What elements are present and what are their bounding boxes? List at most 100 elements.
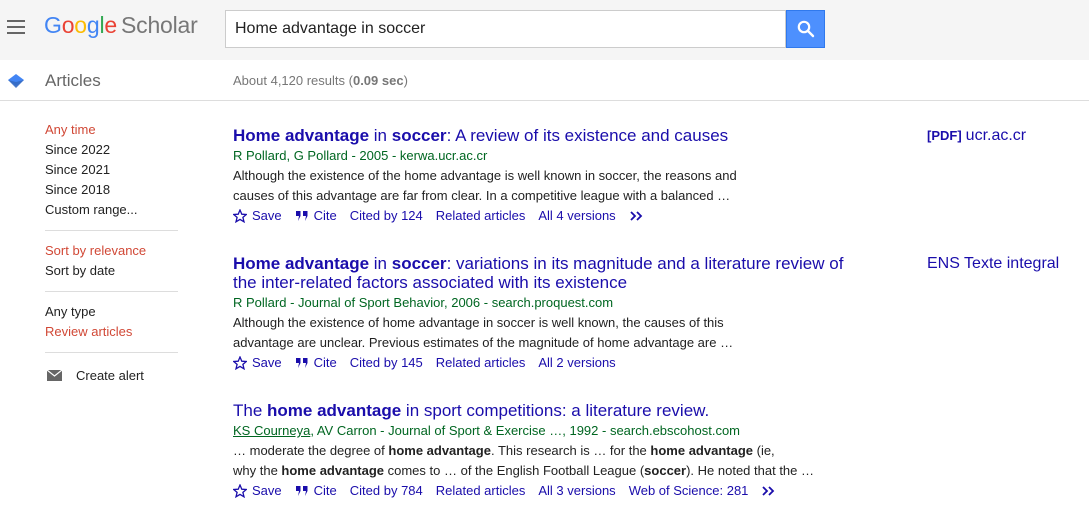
logo-letter: e bbox=[104, 12, 117, 38]
pdf-link[interactable]: [PDF] ucr.ac.cr bbox=[927, 127, 1026, 145]
filter-since-2022[interactable]: Since 2022 bbox=[45, 142, 178, 162]
related-articles-link[interactable]: Related articles bbox=[436, 353, 526, 373]
result-title-link[interactable]: Home advantage in soccer: A review of it… bbox=[233, 126, 873, 145]
search-input[interactable] bbox=[226, 11, 785, 47]
logo-letter: G bbox=[44, 12, 62, 38]
cite-label: Cite bbox=[313, 208, 337, 223]
logo-letter: o bbox=[74, 12, 87, 38]
title-segment: : variations in its magnitude and a lite… bbox=[446, 254, 844, 273]
result-snippet: Although the existence of the home advan… bbox=[233, 166, 823, 206]
create-alert-button[interactable]: Create alert bbox=[47, 365, 178, 385]
filter-any-time[interactable]: Any time bbox=[45, 122, 178, 142]
subheader-bar: Articles About 4,120 results (0.09 sec) bbox=[0, 60, 1089, 101]
stats-prefix: About 4,120 results ( bbox=[233, 73, 353, 88]
result-meta: KS Courneya, AV Carron - Journal of Spor… bbox=[233, 421, 873, 441]
more-chevron-icon[interactable] bbox=[761, 485, 777, 497]
search-result: Home advantage in soccer: variations in … bbox=[233, 254, 873, 373]
title-segment: in bbox=[369, 254, 392, 273]
snippet-segment: home advantage bbox=[281, 463, 385, 478]
title-segment: home advantage bbox=[267, 401, 402, 420]
menu-icon[interactable] bbox=[7, 20, 25, 34]
title-segment: : A review of its existence and causes bbox=[446, 126, 729, 145]
save-button[interactable]: Save bbox=[233, 353, 282, 373]
cite-button[interactable]: Cite bbox=[295, 481, 337, 501]
cited-by-link[interactable]: Cited by 145 bbox=[350, 353, 423, 373]
more-chevron-icon[interactable] bbox=[629, 210, 645, 222]
google-scholar-logo[interactable]: Google Scholar bbox=[44, 12, 198, 39]
cite-label: Cite bbox=[313, 483, 337, 498]
snippet-segment: . This research is … for the bbox=[490, 443, 651, 458]
author-link[interactable]: KS Courneya bbox=[233, 423, 310, 438]
cited-by-link[interactable]: Cited by 124 bbox=[350, 206, 423, 226]
logo-letter: g bbox=[86, 12, 100, 38]
cite-button[interactable]: Cite bbox=[295, 206, 337, 226]
all-versions-link[interactable]: All 3 versions bbox=[538, 481, 615, 501]
title-segment: the inter-related factors associated wit… bbox=[233, 273, 628, 292]
logo-letter: o bbox=[61, 12, 75, 38]
filter-since-2018[interactable]: Since 2018 bbox=[45, 182, 178, 202]
snippet-segment: … moderate the degree of bbox=[233, 443, 389, 458]
snippet-segment: comes to … of the English Football Leagu… bbox=[384, 463, 645, 478]
sort-by-relevance[interactable]: Sort by relevance bbox=[45, 243, 178, 263]
filter-review-articles[interactable]: Review articles bbox=[45, 324, 178, 344]
snippet-segment: why the bbox=[233, 463, 282, 478]
quote-icon bbox=[295, 358, 308, 368]
cite-button[interactable]: Cite bbox=[295, 353, 337, 373]
result-title-link[interactable]: The home advantage in sport competitions… bbox=[233, 401, 873, 420]
filter-since-2021[interactable]: Since 2021 bbox=[45, 162, 178, 182]
stats-suffix: ) bbox=[403, 73, 408, 88]
quote-icon bbox=[295, 486, 308, 496]
filter-any-type[interactable]: Any type bbox=[45, 304, 178, 324]
related-articles-link[interactable]: Related articles bbox=[436, 206, 526, 226]
snippet-line: why the home advantage comes to … of the… bbox=[233, 461, 823, 481]
save-button[interactable]: Save bbox=[233, 206, 282, 226]
snippet-line: … moderate the degree of home advantage.… bbox=[233, 441, 823, 461]
snippet-segment: home advantage bbox=[650, 443, 753, 458]
all-versions-link[interactable]: All 4 versions bbox=[538, 206, 615, 226]
pdf-source: ucr.ac.cr bbox=[965, 127, 1027, 144]
title-segment: The bbox=[233, 401, 268, 420]
logo-scholar-text: Scholar bbox=[121, 12, 198, 38]
sort-by-date[interactable]: Sort by date bbox=[45, 263, 178, 283]
save-button[interactable]: Save bbox=[233, 481, 282, 501]
section-label[interactable]: Articles bbox=[45, 71, 101, 91]
title-segment: soccer bbox=[391, 254, 447, 273]
result-actions: Save Cite Cited by 124 Related articles … bbox=[233, 206, 873, 226]
all-versions-link[interactable]: All 2 versions bbox=[538, 353, 615, 373]
title-segment: in bbox=[369, 126, 392, 145]
star-icon bbox=[233, 484, 247, 498]
result-meta: R Pollard, G Pollard - 2005 - kerwa.ucr.… bbox=[233, 148, 488, 163]
articles-icon bbox=[8, 74, 24, 88]
title-segment: in sport competitions: a literature revi… bbox=[401, 401, 710, 420]
fulltext-link[interactable]: ENS Texte integral bbox=[927, 255, 1059, 273]
result-snippet: Although the existence of home advantage… bbox=[233, 313, 823, 353]
result-meta: R Pollard - Journal of Sport Behavior, 2… bbox=[233, 295, 614, 310]
save-label: Save bbox=[252, 355, 282, 370]
web-of-science-link[interactable]: Web of Science: 281 bbox=[629, 481, 749, 501]
snippet-line: advantage are unclear. Previous estimate… bbox=[233, 335, 734, 350]
snippet-segment: ). He noted that the … bbox=[686, 463, 814, 478]
snippet-segment: soccer bbox=[644, 463, 687, 478]
sidebar-divider bbox=[45, 230, 178, 231]
sidebar-divider bbox=[45, 352, 178, 353]
quote-icon bbox=[295, 211, 308, 221]
title-segment: Home advantage bbox=[233, 254, 370, 273]
snippet-line: causes of this advantage are far from cl… bbox=[233, 188, 731, 203]
snippet-segment: home advantage bbox=[388, 443, 491, 458]
title-segment: soccer bbox=[391, 126, 447, 145]
filter-custom-range[interactable]: Custom range... bbox=[45, 202, 178, 222]
snippet-line: Although the existence of the home advan… bbox=[233, 168, 737, 183]
search-button[interactable] bbox=[786, 10, 825, 48]
result-title-link[interactable]: Home advantage in soccer: variations in … bbox=[233, 254, 873, 292]
top-header: Google Scholar bbox=[0, 0, 1089, 60]
envelope-icon bbox=[47, 369, 62, 381]
pdf-tag: [PDF] bbox=[927, 128, 962, 143]
result-actions: Save Cite Cited by 784 Related articles … bbox=[233, 481, 873, 501]
related-articles-link[interactable]: Related articles bbox=[436, 481, 526, 501]
star-icon bbox=[233, 356, 247, 370]
cited-by-link[interactable]: Cited by 784 bbox=[350, 481, 423, 501]
search-box bbox=[225, 10, 786, 48]
sidebar-divider bbox=[45, 291, 178, 292]
star-icon bbox=[233, 209, 247, 223]
snippet-line: Although the existence of home advantage… bbox=[233, 315, 724, 330]
